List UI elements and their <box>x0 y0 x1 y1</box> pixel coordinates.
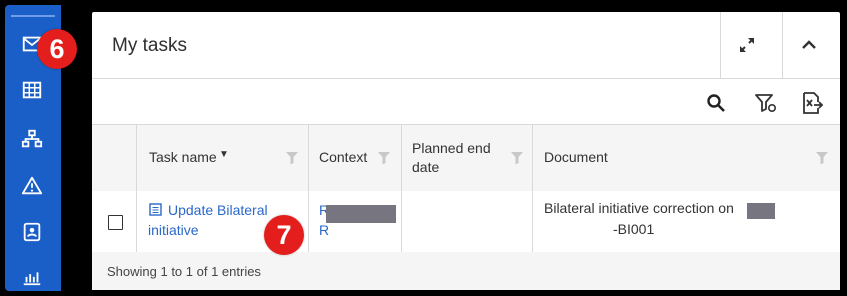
filter-settings-button[interactable] <box>752 89 780 117</box>
column-header-planned-end-date[interactable]: Planned end date <box>402 125 533 191</box>
select-column-header <box>92 125 137 191</box>
column-label: Document <box>544 149 608 165</box>
sort-desc-icon: ▼ <box>219 149 229 160</box>
filter-icon[interactable] <box>377 151 391 165</box>
step-badge-7: 7 <box>264 215 304 255</box>
chevron-up-icon <box>802 40 816 49</box>
collapse-button[interactable] <box>782 12 835 78</box>
contact-card-icon[interactable] <box>19 219 45 245</box>
filter-icon[interactable] <box>285 151 299 165</box>
planned-end-date-cell <box>402 191 533 252</box>
expand-icon <box>740 38 754 52</box>
column-label: Task name <box>149 149 217 165</box>
row-checkbox[interactable] <box>108 215 123 230</box>
redaction-box <box>747 203 775 219</box>
panel-header: My tasks <box>92 12 840 79</box>
search-icon <box>707 94 725 112</box>
search-button[interactable] <box>702 89 730 117</box>
panel-title: My tasks <box>112 35 187 56</box>
column-label: Planned end date <box>412 140 491 175</box>
grid-icon[interactable] <box>19 77 45 103</box>
column-header-task-name[interactable]: Task name ▼ <box>137 125 309 191</box>
table-footer: Showing 1 to 1 of 1 entries <box>92 252 840 290</box>
document-text-line2: -BI001 <box>613 221 655 237</box>
filter-icon[interactable] <box>815 151 829 165</box>
table-row[interactable]: Update Bilateral initiative R R Bilatera… <box>92 191 840 253</box>
column-label: Context <box>319 149 368 165</box>
filter-settings-icon <box>755 94 777 113</box>
filter-icon[interactable] <box>510 151 524 165</box>
export-excel-button[interactable] <box>798 89 826 117</box>
expand-button[interactable] <box>720 12 773 78</box>
column-header-context[interactable]: Context <box>309 125 402 191</box>
warning-icon[interactable] <box>19 173 45 199</box>
export-excel-icon <box>803 92 824 114</box>
my-tasks-panel: My tasks Task name ▼ Context Planned end… <box>92 12 840 290</box>
table-toolbar <box>92 79 840 124</box>
sidebar-divider <box>11 15 55 17</box>
context-link-line2[interactable]: R <box>319 220 329 240</box>
redaction-box <box>326 205 396 223</box>
tasks-table: Task name ▼ Context Planned end date Doc… <box>92 124 840 254</box>
bar-chart-icon[interactable] <box>19 263 45 289</box>
table-header: Task name ▼ Context Planned end date Doc… <box>92 124 840 192</box>
org-chart-icon[interactable] <box>19 126 45 152</box>
document-text-line1: Bilateral initiative correction on <box>544 200 734 216</box>
column-header-document[interactable]: Document <box>533 125 840 191</box>
context-cell: R R <box>309 191 402 252</box>
select-cell <box>92 191 137 252</box>
entries-info: Showing 1 to 1 of 1 entries <box>107 264 261 279</box>
step-badge-6: 6 <box>37 29 77 69</box>
document-cell: Bilateral initiative correction on -BI00… <box>533 191 840 252</box>
